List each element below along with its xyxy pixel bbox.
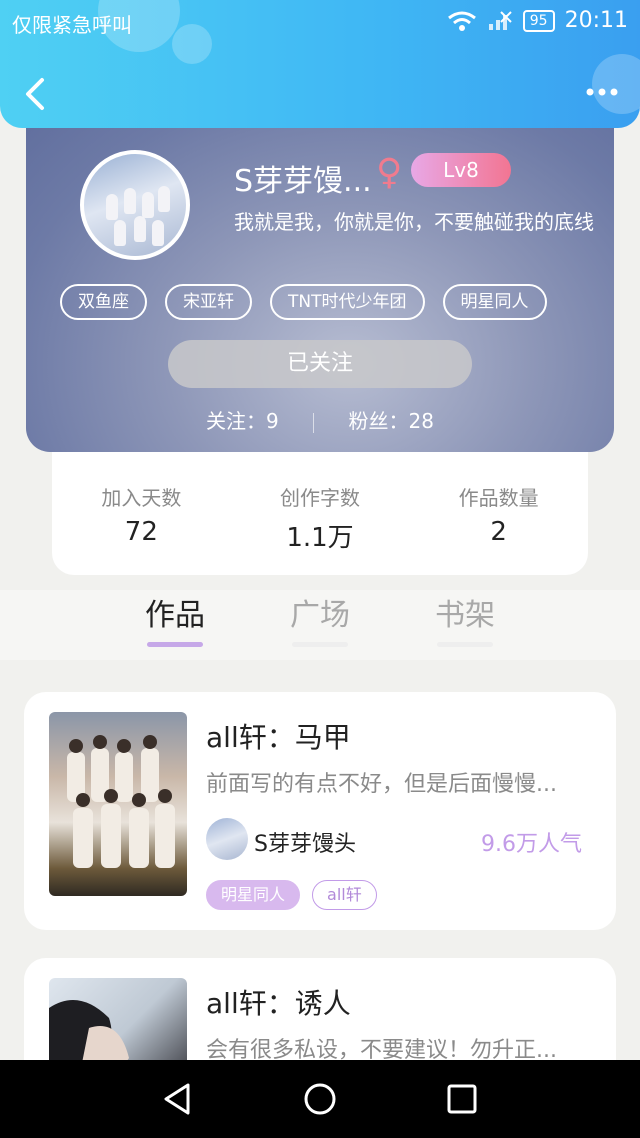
nav-home-icon[interactable] <box>303 1082 337 1116</box>
battery-icon: 95 <box>522 9 555 32</box>
content-tabs: 作品 广场 书架 <box>0 590 640 660</box>
stat-label: 作品数量 <box>458 486 539 510</box>
profile-tag[interactable]: 宋亚轩 <box>165 284 252 320</box>
tab-indicator <box>147 642 203 647</box>
stat-word-count: 创作字数 1.1万 <box>231 482 410 575</box>
author-name: S芽芽馒头 <box>254 832 356 857</box>
stat-join-days: 加入天数 72 <box>52 482 231 575</box>
signal-icon <box>488 10 512 30</box>
work-tags: 明星同人 all轩 <box>206 880 377 910</box>
follow-button[interactable]: 已关注 <box>168 340 472 388</box>
stat-value: 1.1万 <box>286 523 354 553</box>
tab-label: 作品 <box>145 598 205 633</box>
avatar[interactable] <box>80 150 190 260</box>
popularity-count: 9.6万人气 <box>481 832 582 857</box>
wifi-icon <box>447 11 476 31</box>
app-header: 仅限紧急呼叫 95 20:11 <box>0 0 640 128</box>
tab-label: 广场 <box>290 598 350 633</box>
tab-indicator <box>292 642 348 647</box>
more-horizontal-icon[interactable] <box>584 82 624 102</box>
tab-square[interactable]: 广场 <box>260 590 380 647</box>
profile-tag[interactable]: 双鱼座 <box>60 284 147 320</box>
stat-label: 加入天数 <box>101 486 182 510</box>
tab-indicator <box>437 642 493 647</box>
profile-tag[interactable]: 明星同人 <box>442 284 547 320</box>
clock: 20:11 <box>564 8 628 33</box>
tab-works[interactable]: 作品 <box>115 590 235 647</box>
status-right: 95 20:11 <box>447 8 628 33</box>
profile-card: S芽芽馒... ♀ Lv8 我就是我，你就是你，不要触碰我的底线 双鱼座 宋亚轩… <box>26 100 614 452</box>
profile-tag[interactable]: TNT时代少年团 <box>270 284 425 320</box>
work-tag[interactable]: all轩 <box>312 880 377 910</box>
status-bar: 仅限紧急呼叫 95 20:11 <box>0 0 640 44</box>
stat-value: 2 <box>490 517 507 547</box>
carrier-text: 仅限紧急呼叫 <box>12 13 132 37</box>
user-bio: 我就是我，你就是你，不要触碰我的底线 <box>234 210 594 234</box>
chevron-left-icon[interactable] <box>18 76 54 112</box>
user-name: S芽芽馒... <box>234 164 372 199</box>
tab-label: 书架 <box>435 598 495 633</box>
author-avatar <box>206 818 248 860</box>
work-card[interactable]: all轩：马甲 前面写的有点不好，但是后面慢慢... S芽芽馒头 9.6万人气 … <box>24 692 616 930</box>
work-title: all轩：马甲 <box>206 721 351 754</box>
level-badge: Lv8 <box>411 153 511 187</box>
work-tag[interactable]: 明星同人 <box>206 880 301 910</box>
stat-works-count: 作品数量 2 <box>409 482 588 575</box>
work-cover-image <box>49 712 187 896</box>
divider <box>313 412 315 433</box>
stat-value: 72 <box>124 517 158 547</box>
nav-recents-icon[interactable] <box>445 1082 479 1116</box>
stat-label: 创作字数 <box>280 486 360 510</box>
follow-counts: 关注：9 粉丝：28 <box>26 405 614 434</box>
following-count[interactable]: 关注：9 <box>206 409 279 433</box>
tab-bookshelf[interactable]: 书架 <box>405 590 525 647</box>
work-title: all轩：诱人 <box>206 987 351 1020</box>
female-icon: ♀ <box>376 152 403 193</box>
profile-tags: 双鱼座 宋亚轩 TNT时代少年团 明星同人 <box>60 284 547 320</box>
stats-panel: 加入天数 72 创作字数 1.1万 作品数量 2 <box>52 440 588 575</box>
work-description: 前面写的有点不好，但是后面慢慢... <box>206 772 557 797</box>
followers-count[interactable]: 粉丝：28 <box>349 409 434 433</box>
system-nav-bar <box>0 1060 640 1138</box>
nav-back-icon[interactable] <box>160 1082 194 1116</box>
